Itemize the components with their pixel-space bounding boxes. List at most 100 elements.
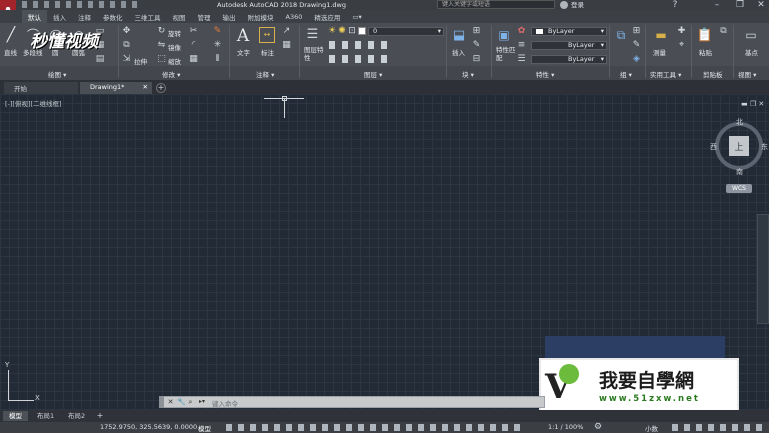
panel-title-draw[interactable]: 绘图 ▾ xyxy=(48,69,66,79)
search-icon[interactable]: ⌕ xyxy=(186,397,195,407)
sign-in-label[interactable]: 登录 xyxy=(571,0,584,10)
coordinates-display[interactable]: 1752.9750, 325.5639, 0.0000 xyxy=(100,423,197,431)
group-select-icon[interactable]: ◈ xyxy=(632,55,641,64)
sun-icon[interactable]: ✺ xyxy=(338,26,346,35)
tab-3d-tools[interactable]: 三维工具 xyxy=(129,10,167,23)
insert-block-icon[interactable]: ⬓ xyxy=(451,27,467,43)
drafting-toggles[interactable] xyxy=(226,424,526,431)
tab-parametric[interactable]: 参数化 xyxy=(97,10,129,23)
settings-icon[interactable]: ⚙ xyxy=(593,422,603,433)
text-label[interactable]: 文字 xyxy=(237,47,250,57)
tab-home[interactable]: 默认 xyxy=(22,10,47,23)
drawing-canvas[interactable]: [-][俯视][二维线框] ▬ ❐ ✕ 上 北 南 西 东 WCS Y X V … xyxy=(0,94,769,413)
paste-icon[interactable]: 📋 xyxy=(697,27,713,43)
viewport-controls[interactable]: ▬ ❐ ✕ xyxy=(741,100,764,108)
id-point-icon[interactable]: ⌖ xyxy=(677,41,686,50)
model-space-button[interactable]: 模型 xyxy=(198,423,211,433)
group-edit-icon[interactable]: ✎ xyxy=(632,41,641,50)
explode-icon[interactable]: ✳ xyxy=(213,41,222,50)
mirror-label[interactable]: 镜像 xyxy=(168,42,181,52)
viewport-label[interactable]: [-][俯视][二维线框] xyxy=(5,98,62,108)
match-properties-label[interactable]: 特性匹配 xyxy=(496,46,516,62)
tab-layout2[interactable]: 布局2 xyxy=(63,411,90,421)
base-view-icon[interactable]: ▭ xyxy=(743,27,759,43)
gradient-icon[interactable]: ▤ xyxy=(95,54,105,63)
tab-output[interactable]: 输出 xyxy=(217,10,242,23)
command-prompt-icon[interactable]: ▸▾ xyxy=(196,397,208,407)
panel-title-block[interactable]: 块 ▾ xyxy=(462,69,474,79)
minimize-icon[interactable]: – xyxy=(712,0,722,10)
quick-calc-icon[interactable]: ✚ xyxy=(677,27,686,36)
lineweight-icon[interactable]: ☰ xyxy=(517,55,526,64)
tab-start[interactable]: 开始 xyxy=(4,82,78,94)
panel-title-utilities[interactable]: 实用工具 ▾ xyxy=(650,69,681,79)
wrench-icon[interactable]: 🔧 xyxy=(177,397,186,407)
offset-icon[interactable]: ⫴ xyxy=(213,55,222,64)
table-icon[interactable]: ▦ xyxy=(282,41,291,50)
close-icon[interactable]: ✕ xyxy=(756,0,766,10)
tab-model[interactable]: 模型 xyxy=(3,411,28,421)
tab-featured-apps[interactable]: 精选应用 xyxy=(308,10,346,23)
rotate-label[interactable]: 旋转 xyxy=(168,28,181,38)
copy-icon[interactable]: ⧉ xyxy=(122,41,131,50)
linetype-icon[interactable]: ≡ xyxy=(517,41,526,50)
group-icon[interactable]: ⧉ xyxy=(614,27,628,42)
stretch-label[interactable]: 拉伸 xyxy=(134,56,147,66)
wcs-button[interactable]: WCS xyxy=(726,184,752,193)
restore-icon[interactable]: ❐ xyxy=(735,0,745,10)
units-dropdown[interactable]: 小数 xyxy=(645,423,658,433)
tab-layout1[interactable]: 布局1 xyxy=(32,411,59,421)
panel-title-view[interactable]: 视图 ▾ xyxy=(738,69,756,79)
scale-icon[interactable]: ⬚ xyxy=(157,55,166,64)
dimension-label[interactable]: 标注 xyxy=(261,47,274,57)
move-icon[interactable]: ✥ xyxy=(122,27,131,36)
layer-tools-row-2[interactable] xyxy=(329,55,389,63)
lightbulb-icon[interactable]: ☀ xyxy=(328,26,336,35)
tab-annotate[interactable]: 注释 xyxy=(72,10,97,23)
tab-insert[interactable]: 插入 xyxy=(47,10,72,23)
erase-icon[interactable]: ✎ xyxy=(213,27,222,36)
fillet-icon[interactable]: ◜ xyxy=(189,41,198,50)
layer-properties-label[interactable]: 图层特性 xyxy=(304,46,324,62)
panel-title-properties[interactable]: 特性 ▾ xyxy=(536,69,554,79)
line-icon[interactable]: ╱ xyxy=(4,27,18,43)
status-tray-icons[interactable] xyxy=(672,424,764,431)
viewcube-east[interactable]: 东 xyxy=(761,142,768,152)
trim-icon[interactable]: ✂ xyxy=(189,27,198,36)
new-tab-icon[interactable]: + xyxy=(156,83,166,93)
viewcube-north[interactable]: 北 xyxy=(736,117,743,127)
match-properties-icon[interactable]: ▣ xyxy=(497,27,511,42)
navigation-bar[interactable] xyxy=(757,214,769,324)
lock-icon[interactable]: ⊡ xyxy=(348,26,356,35)
color-swatch-icon[interactable] xyxy=(358,27,366,35)
measure-icon[interactable]: ▬ xyxy=(653,27,669,43)
command-line[interactable]: ✕ 🔧 ⌕ ▸▾ 键入命令 xyxy=(159,396,545,408)
tab-addins[interactable]: 附加模块 xyxy=(242,10,280,23)
color-dropdown[interactable]: ByLayer ▾ xyxy=(531,27,607,36)
user-icon[interactable] xyxy=(560,1,568,9)
add-layout-icon[interactable]: + xyxy=(95,411,105,421)
lineweight-dropdown[interactable]: ByLayer ▾ xyxy=(531,55,607,64)
tab-view[interactable]: 视图 xyxy=(167,10,192,23)
rotate-icon[interactable]: ↻ xyxy=(157,27,166,36)
help-icon[interactable]: ? xyxy=(670,0,680,10)
viewcube-south[interactable]: 南 xyxy=(736,167,743,177)
linetype-dropdown[interactable]: ByLayer ▾ xyxy=(531,41,607,50)
cmd-handle[interactable] xyxy=(159,396,164,408)
panel-title-annotation[interactable]: 注释 ▾ xyxy=(256,69,274,79)
layer-tools-row-1[interactable] xyxy=(329,41,389,49)
measure-label[interactable]: 测量 xyxy=(653,47,666,57)
command-input[interactable]: 键入命令 xyxy=(212,398,238,408)
viewcube-west[interactable]: 西 xyxy=(710,142,717,152)
ribbon-options-icon[interactable]: ▭▾ xyxy=(346,10,367,23)
viewcube-top-face[interactable]: 上 xyxy=(729,136,749,156)
close-icon[interactable]: ✕ xyxy=(143,83,148,91)
color-palette-icon[interactable]: ✿ xyxy=(517,27,526,36)
tab-drawing1[interactable]: Drawing1* ✕ xyxy=(80,82,152,94)
text-icon[interactable]: A xyxy=(235,26,251,46)
panel-title-clipboard[interactable]: 剪贴板 xyxy=(703,69,723,79)
insert-label[interactable]: 插入 xyxy=(452,47,465,57)
create-block-icon[interactable]: ⊞ xyxy=(472,27,481,36)
edit-block-icon[interactable]: ✎ xyxy=(472,41,481,50)
leader-icon[interactable]: ↗ xyxy=(282,27,291,36)
